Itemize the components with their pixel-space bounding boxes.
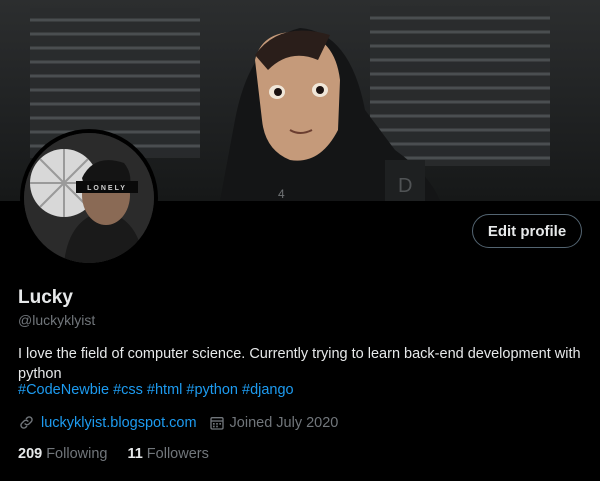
website-link[interactable]: luckyklyist.blogspot.com bbox=[41, 415, 197, 431]
followers-count: 11 bbox=[127, 446, 143, 462]
followers-link[interactable]: 11 Followers bbox=[127, 446, 208, 462]
profile-meta: luckyklyist.blogspot.com Joined July 202… bbox=[18, 414, 338, 431]
profile-handle: @luckyklyist bbox=[18, 312, 96, 328]
hashtag-link[interactable]: #html bbox=[147, 382, 182, 398]
hashtag-link[interactable]: #css bbox=[113, 382, 143, 398]
follow-stats: 209 Following 11 Followers bbox=[18, 446, 229, 462]
followers-label: Followers bbox=[146, 446, 209, 462]
avatar-frame: LONELY bbox=[20, 129, 158, 267]
svg-text:4: 4 bbox=[278, 187, 285, 201]
following-count: 209 bbox=[18, 446, 43, 462]
svg-text:LONELY: LONELY bbox=[87, 185, 127, 192]
calendar-icon bbox=[209, 415, 225, 431]
profile-name: Lucky bbox=[18, 287, 73, 308]
hashtag-link[interactable]: #django bbox=[242, 382, 294, 398]
following-label: Following bbox=[46, 446, 108, 462]
profile-bio: I love the field of computer science. Cu… bbox=[18, 346, 581, 382]
link-icon bbox=[18, 414, 35, 431]
joined-date: Joined July 2020 bbox=[229, 414, 339, 431]
hashtag-link[interactable]: #python bbox=[186, 382, 238, 398]
hashtag-link[interactable]: #CodeNewbie bbox=[18, 382, 109, 398]
avatar[interactable]: LONELY bbox=[24, 133, 154, 263]
bio-hashtags: #CodeNewbie #css #html #python #django bbox=[18, 382, 298, 398]
svg-text:D: D bbox=[398, 175, 412, 197]
edit-profile-button[interactable]: Edit profile bbox=[472, 214, 582, 248]
following-link[interactable]: 209 Following bbox=[18, 446, 107, 462]
